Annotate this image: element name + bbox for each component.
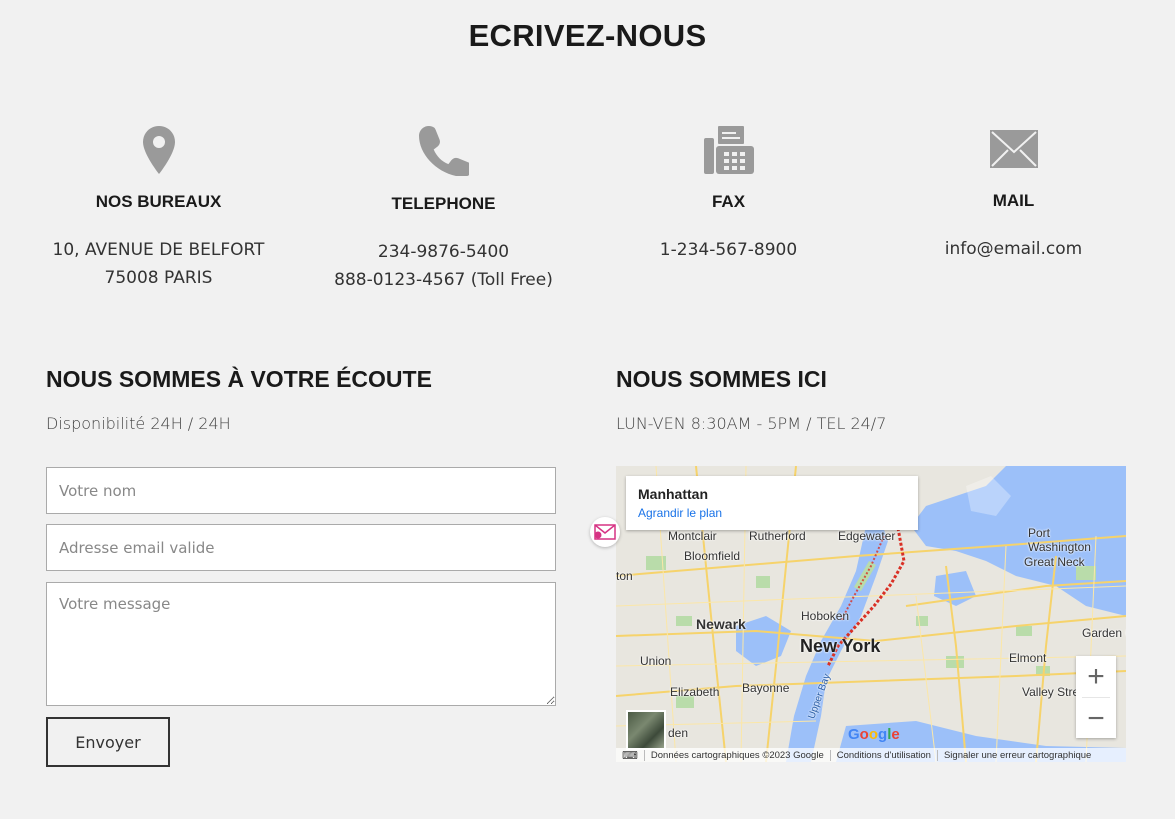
zoom-in-button[interactable]: + [1076, 656, 1116, 697]
info-fax: FAX 1-234-567-8900 [586, 124, 871, 264]
google-map[interactable]: Manhattan Agrandir le plan Montclair Rut… [616, 466, 1126, 762]
tollfree-line: 888-0123-4567 (Toll Free) [334, 270, 553, 290]
map-label: Valley Stre [1022, 685, 1080, 699]
map-info-card: Manhattan Agrandir le plan [626, 476, 918, 530]
info-mail: MAIL info@email.com [871, 124, 1156, 263]
phone-icon [301, 124, 586, 176]
map-label: Bayonne [742, 681, 790, 695]
map-place-name: Manhattan [638, 486, 708, 502]
map-footer: ⌨ Données cartographiques ©2023 Google C… [616, 748, 1126, 762]
map-label: den [668, 726, 689, 740]
info-value: 234-9876-5400 888-0123-4567 (Toll Free) [301, 238, 586, 294]
map-label: Great Neck [1024, 555, 1085, 569]
map-label: Bloomfield [684, 549, 741, 563]
map-label: Elmont [1009, 651, 1047, 665]
envelope-icon [871, 124, 1156, 176]
contact-subtitle: Disponibilité 24H / 24H [46, 414, 231, 433]
submit-button[interactable]: Envoyer [46, 717, 170, 767]
map-label: Union [640, 654, 672, 668]
zoom-out-button[interactable]: − [1076, 698, 1116, 739]
name-input[interactable] [46, 467, 556, 514]
map-terms-link[interactable]: Conditions d'utilisation [829, 749, 937, 761]
map-attribution: Données cartographiques ©2023 Google [643, 749, 830, 761]
map-zoom-control: + − [1076, 656, 1116, 738]
info-label: MAIL [992, 191, 1035, 210]
map-label: New York [800, 636, 881, 656]
message-textarea[interactable] [46, 582, 556, 706]
email-input[interactable] [46, 524, 556, 571]
map-label: Port Washington [1028, 526, 1091, 554]
info-value: info@email.com [871, 235, 1156, 263]
map-label: Edgewater [838, 529, 896, 543]
contact-title: NOUS SOMMES À VOTRE ÉCOUTE [46, 366, 432, 392]
map-label: Elizabeth [670, 685, 720, 699]
map-pin-icon [16, 124, 301, 176]
google-logo: Google [848, 726, 900, 743]
info-value: 10, AVENUE DE BELFORT 75008 PARIS [16, 236, 301, 292]
map-label: Hoboken [801, 609, 850, 623]
location-subtitle: LUN-VEN 8:30AM - 5PM / TEL 24/7 [616, 414, 887, 433]
info-telephone: TELEPHONE 234-9876-5400 888-0123-4567 (T… [301, 124, 586, 294]
email-link[interactable]: info@email.com [945, 239, 1082, 259]
info-label: NOS BUREAUX [95, 192, 222, 211]
address-line: 10, AVENUE DE BELFORT [52, 240, 265, 260]
page-title: ECRIVEZ-NOUS [468, 18, 707, 53]
info-value: 1-234-567-8900 [659, 240, 798, 260]
map-label: ton [616, 569, 633, 583]
phone-line: 234-9876-5400 [377, 242, 510, 262]
mail-badge-icon [594, 524, 616, 540]
map-label: Newark [696, 616, 746, 632]
keyboard-icon[interactable]: ⌨ [616, 749, 644, 762]
map-report-link[interactable]: Signaler une erreur cartographique [936, 749, 1097, 761]
map-enlarge-link[interactable]: Agrandir le plan [638, 506, 906, 520]
city-line: 75008 PARIS [104, 268, 213, 288]
map-label: Rutherford [749, 529, 806, 543]
map-label: Montclair [668, 529, 717, 543]
satellite-toggle[interactable] [626, 710, 666, 750]
map-label: Garden C [1082, 626, 1126, 640]
info-label: FAX [711, 192, 746, 211]
info-label: TELEPHONE [391, 194, 496, 213]
floating-mail-badge[interactable] [590, 517, 620, 547]
info-offices: NOS BUREAUX 10, AVENUE DE BELFORT 75008 … [16, 124, 301, 292]
fax-icon [586, 124, 871, 176]
location-title: NOUS SOMMES ICI [616, 366, 827, 392]
